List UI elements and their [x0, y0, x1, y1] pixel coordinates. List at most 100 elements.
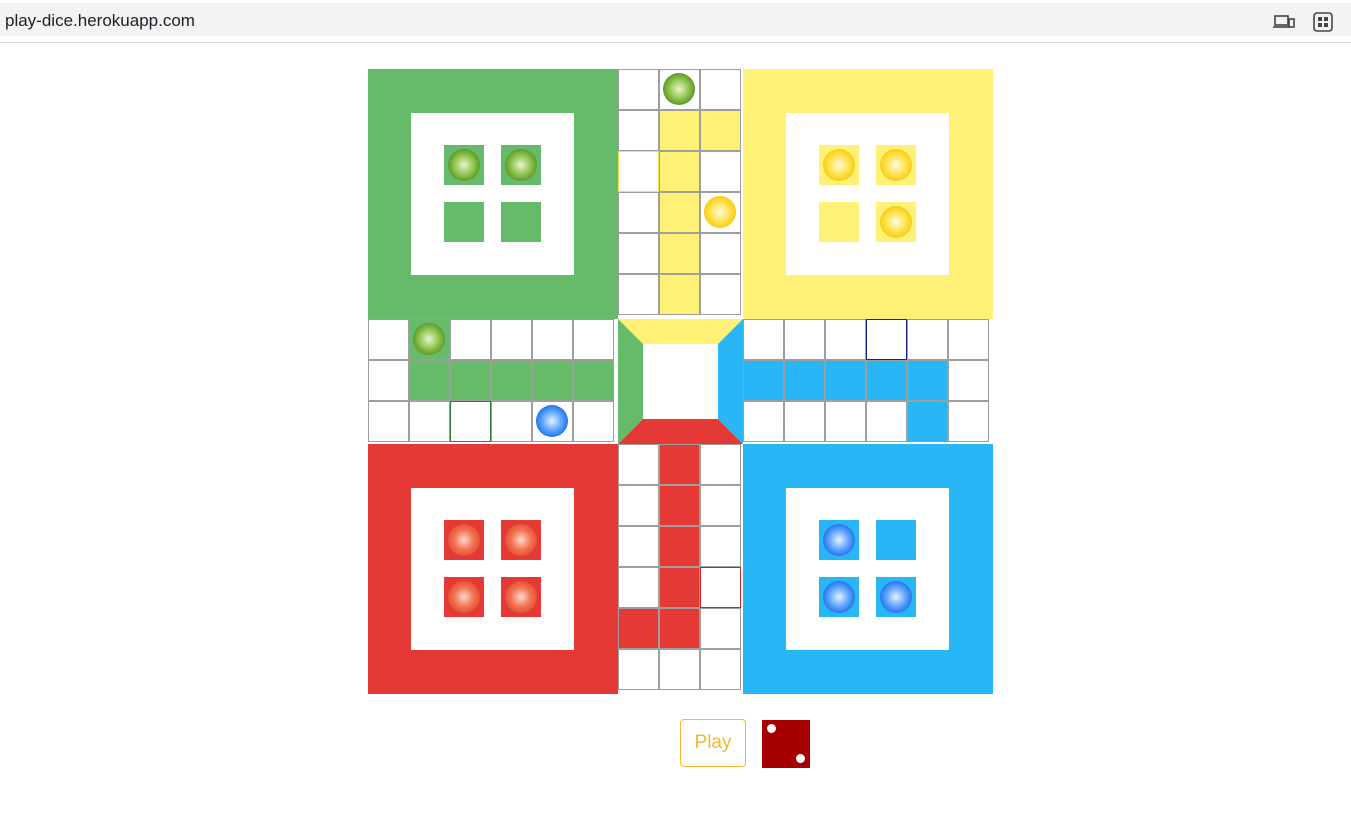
- track-cell: [368, 360, 409, 401]
- track-cell: [618, 485, 659, 526]
- red-home-slot[interactable]: [501, 520, 541, 560]
- track-cell: [491, 401, 532, 442]
- red-home: [368, 444, 618, 694]
- track-cell: [700, 444, 741, 485]
- blue-home-slot[interactable]: [876, 577, 916, 617]
- track-cell: [700, 649, 741, 690]
- url-text[interactable]: play-dice.herokuapp.com: [5, 11, 195, 31]
- yellow-token[interactable]: [880, 206, 912, 238]
- green-token[interactable]: [663, 73, 695, 105]
- red-home-yard: [411, 488, 574, 650]
- blue-home-path-cell: [866, 360, 907, 401]
- green-home-yard: [411, 113, 574, 275]
- blue-token[interactable]: [823, 581, 855, 613]
- blue-home-slot[interactable]: [819, 520, 859, 560]
- green-safe-cell: [450, 401, 491, 442]
- blue-safe-cell: [866, 319, 907, 360]
- red-token[interactable]: [448, 581, 480, 613]
- address-box[interactable]: play-dice.herokuapp.com: [0, 3, 1351, 36]
- track-cell: [659, 649, 700, 690]
- green-start-cell: [409, 319, 450, 360]
- blue-token[interactable]: [880, 581, 912, 613]
- yellow-token[interactable]: [823, 149, 855, 181]
- track-cell: [659, 69, 700, 110]
- yellow-home-path-cell: [659, 274, 700, 315]
- track-cell: [491, 319, 532, 360]
- ludo-board: [368, 69, 993, 694]
- track-cell: [700, 608, 741, 649]
- yellow-token[interactable]: [704, 196, 736, 228]
- devices-icon[interactable]: [1271, 9, 1297, 35]
- yellow-token[interactable]: [880, 149, 912, 181]
- red-home-path-cell: [659, 608, 700, 649]
- track-cell: [618, 110, 659, 151]
- dice[interactable]: [762, 720, 810, 768]
- green-home-path-cell: [491, 360, 532, 401]
- yellow-home: [743, 69, 993, 319]
- blue-home-slot[interactable]: [819, 577, 859, 617]
- track-cell: [573, 319, 614, 360]
- yellow-safe-cell: [618, 151, 659, 192]
- red-home-slot[interactable]: [444, 520, 484, 560]
- track-cell: [700, 274, 741, 315]
- track-cell: [618, 274, 659, 315]
- red-token[interactable]: [448, 524, 480, 556]
- track-cell: [948, 360, 989, 401]
- yellow-home-yard: [786, 113, 949, 275]
- yellow-home-path-cell: [659, 110, 700, 151]
- red-home-slot[interactable]: [501, 577, 541, 617]
- track-cell: [700, 233, 741, 274]
- track-cell: [700, 526, 741, 567]
- center-finish: [618, 319, 743, 444]
- green-home: [368, 69, 618, 319]
- track-cell: [784, 319, 825, 360]
- yellow-home-slot[interactable]: [819, 145, 859, 185]
- blue-home-slot[interactable]: [876, 520, 916, 560]
- blue-home-yard: [786, 488, 949, 650]
- green-home-slot[interactable]: [444, 202, 484, 242]
- red-token[interactable]: [505, 524, 537, 556]
- track-cell: [743, 319, 784, 360]
- green-token[interactable]: [413, 323, 445, 355]
- blue-home-path-cell: [907, 360, 948, 401]
- track-cell: [948, 401, 989, 442]
- track-cell: [948, 319, 989, 360]
- green-token[interactable]: [448, 149, 480, 181]
- yellow-home-slot[interactable]: [819, 202, 859, 242]
- green-home-path-cell: [409, 360, 450, 401]
- blue-token[interactable]: [823, 524, 855, 556]
- green-home-slot[interactable]: [501, 202, 541, 242]
- track-cell: [618, 567, 659, 608]
- green-home-path-cell: [450, 360, 491, 401]
- blue-token[interactable]: [536, 405, 568, 437]
- extensions-icon[interactable]: [1310, 9, 1336, 35]
- track-cell: [743, 401, 784, 442]
- dice-pip: [767, 724, 776, 733]
- yellow-home-slot[interactable]: [876, 145, 916, 185]
- yellow-home-path-cell: [659, 192, 700, 233]
- red-home-path-cell: [659, 485, 700, 526]
- track-cell: [532, 401, 573, 442]
- red-start-cell: [618, 608, 659, 649]
- red-token[interactable]: [505, 581, 537, 613]
- track-cell: [573, 401, 614, 442]
- red-safe-cell: [700, 567, 741, 608]
- yellow-start-cell: [700, 110, 741, 151]
- browser-address-bar: play-dice.herokuapp.com: [0, 0, 1351, 43]
- green-token[interactable]: [505, 149, 537, 181]
- track-cell: [784, 401, 825, 442]
- track-cell: [700, 151, 741, 192]
- track-cell: [825, 401, 866, 442]
- track-cell: [700, 69, 741, 110]
- red-home-slot[interactable]: [444, 577, 484, 617]
- green-home-path-cell: [532, 360, 573, 401]
- blue-home-path-cell: [825, 360, 866, 401]
- track-cell: [368, 319, 409, 360]
- track-cell: [368, 401, 409, 442]
- play-button[interactable]: Play: [680, 719, 746, 767]
- green-home-slot[interactable]: [501, 145, 541, 185]
- track-cell: [700, 192, 741, 233]
- green-home-path-cell: [573, 360, 614, 401]
- green-home-slot[interactable]: [444, 145, 484, 185]
- yellow-home-slot[interactable]: [876, 202, 916, 242]
